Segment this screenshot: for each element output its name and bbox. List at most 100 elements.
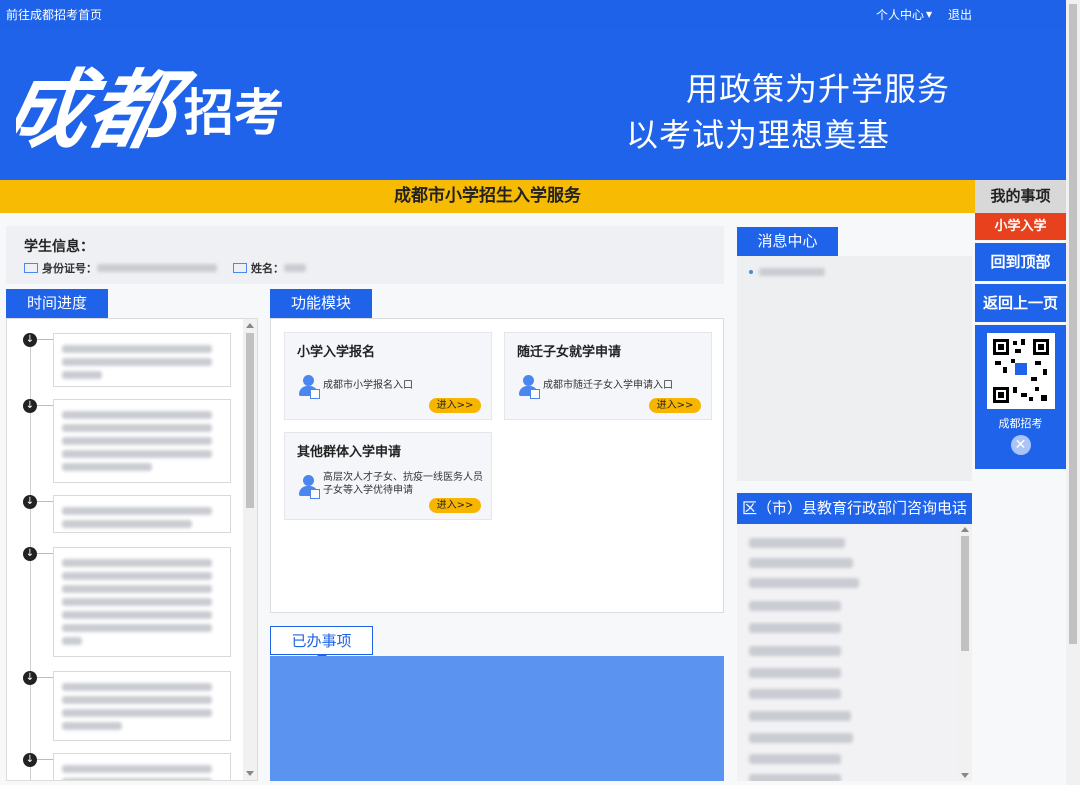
tag: [530, 389, 540, 399]
list-item: [749, 646, 841, 656]
tl-conn: [37, 759, 53, 760]
name-card-icon: [233, 263, 247, 273]
enter-button[interactable]: 进入>>: [429, 398, 481, 413]
arrow-down-icon: ↓: [23, 671, 37, 685]
district-scrollbar-thumb[interactable]: [961, 536, 969, 651]
card-description: 成都市小学报名入口: [323, 380, 413, 391]
blur: [62, 572, 212, 580]
svg-text:招考: 招考: [184, 84, 284, 142]
other-groups-application-card[interactable]: 其他群体入学申请 高层次人才子女、抗疫一线医务人员子女等入学优待申请 进入>>: [284, 432, 492, 520]
tl-conn: [37, 501, 53, 502]
arrow-down-icon: ↓: [23, 495, 37, 509]
card-title: 随迁子女就学申请: [517, 345, 622, 360]
head: [303, 475, 314, 486]
slogan-line-1: 用政策为升学服务: [686, 70, 951, 108]
head: [523, 375, 534, 386]
blur: [62, 424, 212, 432]
svg-text:成都: 成都: [16, 59, 201, 160]
message-text: [759, 268, 825, 276]
page-title: 成都市小学招生入学服务: [0, 180, 975, 213]
timeline-scrollbar-thumb[interactable]: [246, 333, 254, 508]
qr-code-icon: [986, 333, 1055, 409]
qr-label: 成都招考: [998, 417, 1043, 430]
list-item: [749, 538, 845, 548]
card-description: 高层次人才子女、抗疫一线医务人员子女等入学优待申请: [323, 472, 483, 496]
arrow-down-icon: ↓: [23, 399, 37, 413]
card-title: 小学入学报名: [297, 345, 376, 360]
blur: [62, 507, 212, 515]
district-phones-header: 区（市）县教育行政部门咨询电话: [737, 493, 972, 524]
blur: [62, 463, 152, 471]
chengdu-zhaokao-logo: 成都 招考: [16, 59, 284, 160]
banner: 成都 招考 用政策为升学服务 以考试为理想奠基: [0, 28, 1066, 180]
enter-button[interactable]: 进入>>: [429, 498, 481, 513]
go-back-button[interactable]: 返回上一页: [975, 284, 1066, 322]
timeline-card: [53, 399, 231, 483]
tab-timeline: 时间进度: [6, 289, 108, 324]
logout-link[interactable]: 退出: [948, 6, 972, 23]
blur: [62, 437, 212, 445]
tl-conn: [37, 339, 53, 340]
blur: [62, 411, 212, 419]
list-item: [749, 668, 841, 678]
tag: [310, 489, 320, 499]
blur: [62, 585, 212, 593]
message-center-panel: [737, 256, 972, 481]
student-info-row: 身份证号： 姓名：: [24, 260, 306, 276]
blur: [62, 559, 212, 567]
function-module-panel: 小学入学报名 成都市小学报名入口 进入>> 随迁子女就学申请 成都市随迁子女入学…: [270, 318, 724, 613]
timeline-card: [53, 671, 231, 741]
card-description: 成都市随迁子女入学申请入口: [543, 380, 673, 391]
my-items-panel: 我的事项 小学入学 回到顶部 返回上一页 成都招考 ✕: [975, 180, 1066, 469]
list-item: [749, 558, 853, 568]
card-title: 其他群体入学申请: [297, 445, 402, 460]
list-item: [749, 711, 851, 721]
timeline-card: [53, 495, 231, 533]
top-bar: 前往成都招考首页 个人中心 ▼ 退出: [0, 0, 1066, 28]
tl-conn: [37, 553, 53, 554]
blur: [62, 371, 102, 379]
arrow-down-icon: ↓: [23, 547, 37, 561]
scroll-down-icon[interactable]: [246, 771, 254, 776]
list-item: [749, 733, 853, 743]
blur: [62, 722, 122, 730]
page-scrollbar-thumb[interactable]: [1069, 4, 1077, 644]
list-item: [749, 754, 841, 764]
district-scrollbar[interactable]: [958, 524, 972, 781]
close-icon[interactable]: ✕: [1010, 435, 1031, 455]
id-card-icon: [24, 263, 38, 273]
timeline-scrollbar[interactable]: [243, 319, 257, 780]
scroll-up-icon[interactable]: [961, 527, 969, 532]
timeline-card: [53, 547, 231, 657]
blur: [62, 637, 82, 645]
id-number-value: [97, 264, 217, 272]
arrow-down-icon: ↓: [23, 753, 37, 767]
bullet-icon: [749, 270, 753, 274]
primary-school-registration-card[interactable]: 小学入学报名 成都市小学报名入口 进入>>: [284, 332, 492, 420]
blur: [62, 358, 212, 366]
user-icon: [299, 375, 321, 399]
blur: [62, 611, 212, 619]
message-item[interactable]: [749, 268, 825, 276]
home-link[interactable]: 前往成都招考首页: [6, 6, 102, 23]
blur: [62, 778, 212, 780]
list-item: [749, 601, 841, 611]
tab-done-items: 已办事项: [270, 626, 373, 660]
name-label: 姓名：: [251, 262, 284, 275]
timeline-panel: ↓ ↓ ↓ ↓ ↓ ↓: [6, 318, 258, 781]
primary-school-entry-button[interactable]: 小学入学: [975, 213, 1066, 240]
enter-button[interactable]: 进入>>: [649, 398, 701, 413]
blur: [62, 765, 212, 773]
back-to-top-button[interactable]: 回到顶部: [975, 243, 1066, 281]
user-center-menu[interactable]: 个人中心 ▼: [876, 6, 932, 23]
done-items-panel: [270, 656, 724, 781]
id-number-label: 身份证号：: [42, 262, 97, 275]
scroll-down-icon[interactable]: [961, 773, 969, 778]
list-item: [749, 774, 841, 781]
page-scrollbar[interactable]: [1066, 0, 1080, 785]
user-center-label: 个人中心: [876, 8, 925, 22]
migrant-children-application-card[interactable]: 随迁子女就学申请 成都市随迁子女入学申请入口 进入>>: [504, 332, 712, 420]
list-item: [749, 578, 859, 588]
user-icon: [519, 375, 541, 399]
scroll-up-icon[interactable]: [246, 323, 254, 328]
